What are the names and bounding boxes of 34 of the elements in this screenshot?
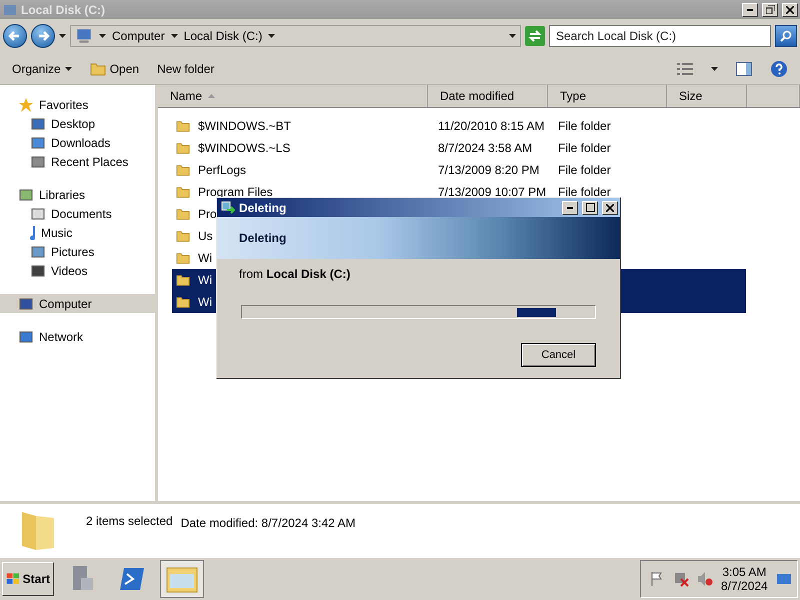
file-name: Pro [198, 207, 217, 221]
date-modified-info: Date modified: 8/7/2024 3:42 AM [180, 516, 356, 530]
nav-label: Pictures [51, 244, 94, 258]
dialog-heading: Deleting [239, 231, 286, 245]
nav-label: Desktop [51, 116, 96, 130]
nav-label: Network [39, 330, 84, 344]
source-text: from Local Disk (C:) [239, 267, 352, 281]
file-type: File folder [558, 119, 611, 133]
file-type: File folder [558, 185, 611, 199]
nav-label: Documents [51, 206, 112, 220]
file-type: File folder [558, 163, 611, 177]
file-name: Wi [198, 273, 212, 287]
nav-label: Recent Places [51, 154, 128, 168]
date-modified: 8/7/2024 3:58 AM [438, 141, 532, 155]
selection-summary: 2 items selected [86, 514, 173, 528]
dialog-title: Deleting [239, 200, 288, 214]
nav-label: Videos [51, 264, 88, 278]
nav-label: Downloads [51, 136, 110, 150]
nav-label: Libraries [39, 188, 86, 202]
file-name: Program Files [198, 185, 273, 199]
file-type: File folder [558, 141, 611, 155]
date-modified: 7/13/2009 10:07 PM [438, 185, 546, 199]
file-name: PerfLogs [198, 163, 246, 177]
file-name: Us [198, 229, 213, 243]
file-name: Wi [198, 251, 212, 265]
nav-label: Music [41, 226, 72, 240]
window-title: Local Disk (C:) [21, 2, 106, 16]
file-name: $WINDOWS.~BT [198, 119, 292, 133]
file-name: $WINDOWS.~LS [198, 141, 290, 155]
nav-label: Favorites [39, 98, 88, 112]
date-modified: 7/13/2009 8:20 PM [438, 163, 540, 177]
date-modified: 11/20/2010 8:15 AM [438, 119, 545, 133]
nav-label: Computer [39, 296, 92, 310]
file-name: Wi [198, 295, 212, 309]
